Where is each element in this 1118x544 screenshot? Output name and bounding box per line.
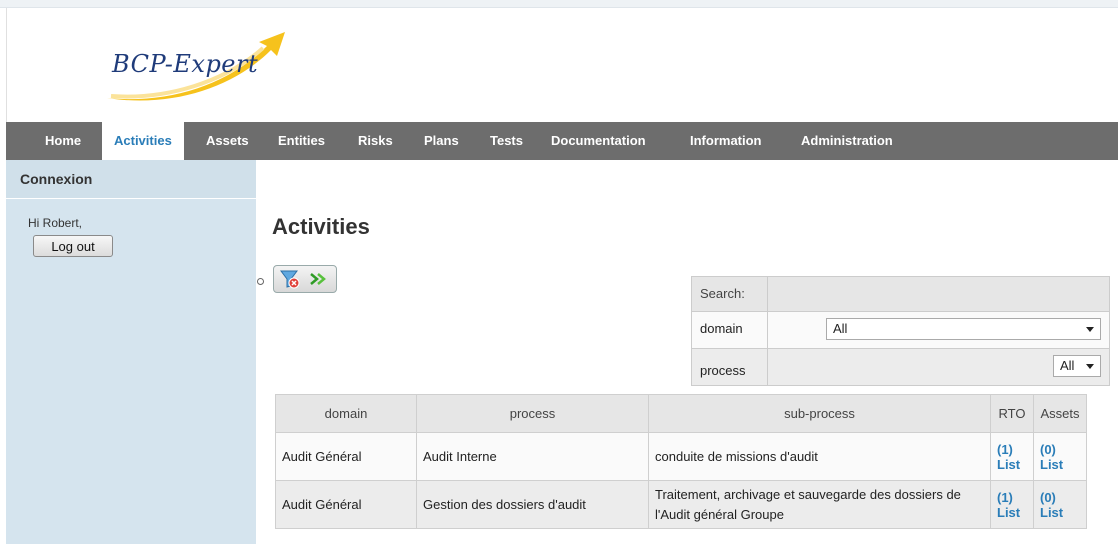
assets-list-link[interactable]: List: [1040, 505, 1080, 520]
cell-rto: (1) List: [990, 480, 1034, 529]
nav-risks[interactable]: Risks: [358, 122, 393, 160]
main-nav: Home Activities Assets Entities Risks Pl…: [6, 122, 1118, 160]
nav-tests[interactable]: Tests: [490, 122, 523, 160]
table-row: Audit Général Audit Interne conduite de …: [275, 432, 1087, 481]
toolbar: [273, 265, 337, 293]
nav-entities[interactable]: Entities: [278, 122, 325, 160]
top-border: [0, 0, 1118, 8]
cell-domain: Audit Général: [275, 480, 417, 529]
cell-process: Gestion des dossiers d'audit: [416, 480, 649, 529]
search-process-row: process All: [692, 349, 1109, 385]
search-domain-row: domain All: [692, 312, 1109, 349]
domain-select-value: All: [833, 321, 848, 336]
cell-sub-process: Traitement, archivage et sauvegarde des …: [648, 480, 991, 529]
bullet-icon: [257, 278, 264, 285]
cell-rto: (1) List: [990, 432, 1034, 481]
green-arrows-icon[interactable]: [307, 268, 333, 290]
nav-information[interactable]: Information: [690, 122, 762, 160]
cell-process: Audit Interne: [416, 432, 649, 481]
search-header-row: Search:: [692, 277, 1109, 312]
nav-activities[interactable]: Activities: [102, 122, 184, 160]
assets-count-link[interactable]: (0): [1040, 442, 1080, 457]
search-panel: Search: domain All process All: [691, 276, 1110, 386]
column-header-process[interactable]: process: [416, 394, 649, 433]
cell-assets: (0) List: [1033, 480, 1087, 529]
column-header-rto[interactable]: RTO: [990, 394, 1034, 433]
nav-administration[interactable]: Administration: [801, 122, 893, 160]
rto-list-link[interactable]: List: [997, 457, 1027, 472]
column-header-assets[interactable]: Assets: [1033, 394, 1087, 433]
rto-list-link[interactable]: List: [997, 505, 1027, 520]
table-row: Audit Général Gestion des dossiers d'aud…: [275, 480, 1087, 529]
rto-count-link[interactable]: (1): [997, 490, 1027, 505]
greeting: Hi Robert,: [28, 216, 83, 230]
nav-assets[interactable]: Assets: [206, 122, 249, 160]
process-select-value: All: [1060, 358, 1075, 373]
assets-list-link[interactable]: List: [1040, 457, 1080, 472]
search-process-label: process: [692, 349, 768, 385]
cell-domain: Audit Général: [275, 432, 417, 481]
column-header-sub-process[interactable]: sub-process: [648, 394, 991, 433]
logo-text[interactable]: BCP-Expert: [112, 50, 258, 78]
page-title: Activities: [272, 214, 370, 239]
nav-plans[interactable]: Plans: [424, 122, 459, 160]
column-header-domain[interactable]: domain: [275, 394, 417, 433]
chevron-down-icon: [1086, 364, 1094, 369]
cell-sub-process: conduite de missions d'audit: [648, 432, 991, 481]
filter-clear-icon[interactable]: [277, 268, 303, 290]
chevron-down-icon: [1086, 327, 1094, 332]
sidebar-title: Connexion: [6, 160, 256, 199]
activities-table: domain process sub-process RTO Assets Au…: [275, 394, 1087, 529]
table-header-row: domain process sub-process RTO Assets: [275, 394, 1087, 433]
search-domain-label: domain: [692, 312, 768, 348]
logout-button[interactable]: Log out: [33, 235, 113, 257]
cell-assets: (0) List: [1033, 432, 1087, 481]
process-select[interactable]: All: [1053, 355, 1101, 377]
assets-count-link[interactable]: (0): [1040, 490, 1080, 505]
rto-count-link[interactable]: (1): [997, 442, 1027, 457]
nav-documentation[interactable]: Documentation: [551, 122, 646, 160]
domain-select[interactable]: All: [826, 318, 1101, 340]
nav-home[interactable]: Home: [45, 122, 81, 160]
search-header-label: Search:: [692, 277, 768, 311]
